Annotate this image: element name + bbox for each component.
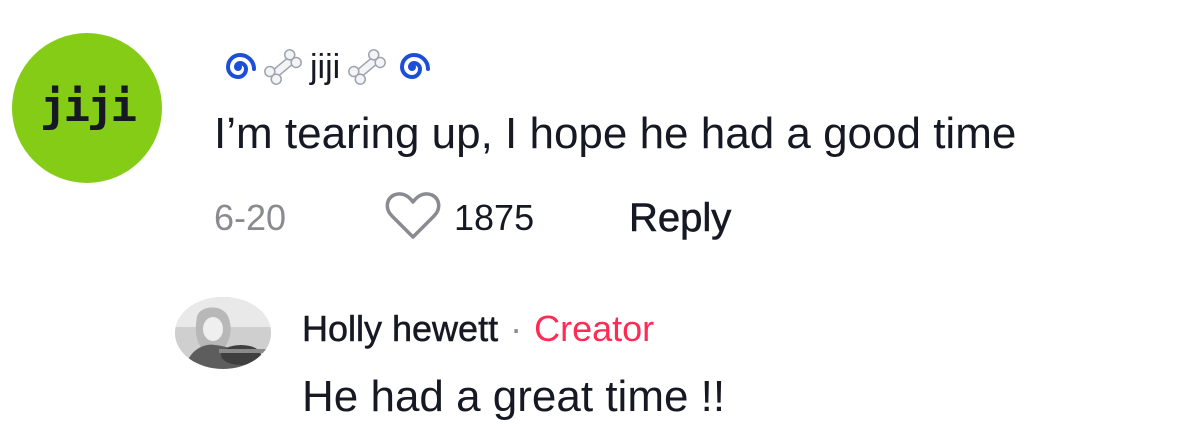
comment-username[interactable]: jiji: [310, 48, 340, 87]
reply-avatar[interactable]: [175, 297, 271, 369]
reply-author[interactable]: Holly hewett: [302, 308, 499, 350]
heart-icon[interactable]: [384, 191, 442, 246]
reply-text: He had a great time !!: [302, 372, 726, 421]
reply-header: Holly hewett · Creator: [302, 305, 654, 353]
like-count: 1875: [454, 197, 535, 238]
reply-button[interactable]: Reply: [629, 195, 732, 241]
avatar[interactable]: jiji: [12, 33, 162, 183]
separator-dot: ·: [510, 308, 523, 349]
comment-username-row[interactable]: jiji: [218, 44, 432, 90]
bone-icon: [346, 47, 388, 87]
comment-meta: 6-20 1875 Reply: [214, 190, 732, 246]
comment-text: I’m tearing up, I hope he had a good tim…: [214, 109, 1017, 158]
avatar-initials: jiji: [40, 80, 137, 132]
spiral-icon: [392, 47, 432, 87]
bone-icon: [262, 47, 304, 87]
comment-date: 6-20: [214, 197, 287, 238]
spiral-icon: [218, 47, 258, 87]
creator-badge: Creator: [534, 308, 655, 349]
like-button[interactable]: 1875: [384, 191, 629, 246]
